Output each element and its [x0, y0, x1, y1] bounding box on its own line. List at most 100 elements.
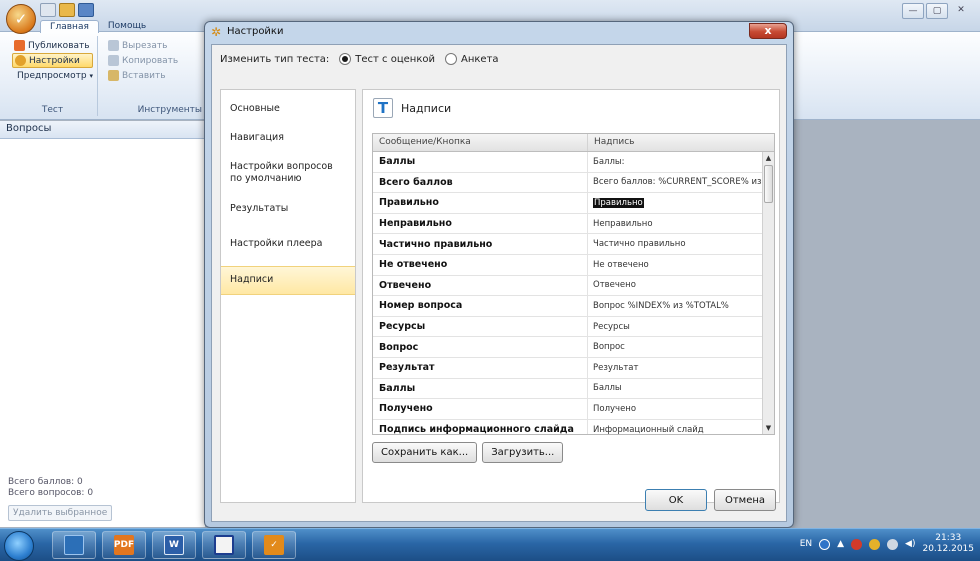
publish-button[interactable]: Публиковать	[12, 38, 93, 53]
message-cell: Баллы	[373, 152, 588, 172]
message-cell: Вопрос	[373, 337, 588, 357]
caption-cell[interactable]: Частично правильно	[588, 234, 763, 254]
volume-icon[interactable]: ◀)	[905, 539, 915, 549]
table-row[interactable]: Ресурсы Ресурсы	[373, 316, 774, 338]
copy-button[interactable]: Копировать	[106, 53, 202, 68]
taskbar-word[interactable]: W	[152, 531, 196, 559]
table-row[interactable]: Баллы Баллы:	[373, 152, 774, 173]
delete-selected-button[interactable]: Удалить выбранное	[8, 505, 113, 521]
table-row[interactable]: Отвечено Отвечено	[373, 275, 774, 297]
caption-cell[interactable]: Ресурсы	[588, 317, 763, 337]
radio-graded-test[interactable]: Тест с оценкой	[339, 53, 435, 65]
ok-button[interactable]: OK	[645, 489, 707, 511]
maximize-button[interactable]: ▢	[926, 3, 948, 19]
taskbar-explorer[interactable]	[52, 531, 96, 559]
caption-cell[interactable]: Результат	[588, 358, 763, 378]
table-row[interactable]: Подпись информационного слайда Информацио…	[373, 419, 774, 434]
nav-item-captions[interactable]: Надписи	[221, 266, 355, 295]
nav-item-basic[interactable]: Основные	[221, 103, 355, 115]
gear-icon: ✲	[211, 25, 222, 39]
caption-cell[interactable]: Правильно	[588, 193, 763, 213]
save-disk-icon[interactable]	[78, 3, 94, 17]
help-icon[interactable]	[819, 538, 831, 550]
scroll-up-icon[interactable]: ▲	[763, 152, 774, 164]
test-type-row: Изменить тип теста: Тест с оценкой Анкет…	[220, 53, 499, 65]
nav-item-question-defaults[interactable]: Настройки вопросов по умолчанию	[221, 161, 355, 185]
start-button[interactable]	[4, 531, 34, 561]
new-file-icon[interactable]	[40, 3, 56, 17]
show-hidden-icons-icon[interactable]: ▲	[837, 539, 844, 549]
open-folder-icon[interactable]	[59, 3, 75, 17]
caption-cell[interactable]: Не отвечено	[588, 255, 763, 275]
dialog-body: Изменить тип теста: Тест с оценкой Анкет…	[211, 44, 787, 522]
save-as-button[interactable]: Сохранить как...	[372, 442, 478, 463]
ribbon-group-tools: Вырезать Копировать Вставить Инструменты	[102, 36, 206, 116]
load-button[interactable]: Загрузить...	[482, 442, 564, 463]
caption-cell[interactable]: Отвечено	[588, 276, 763, 296]
table-row[interactable]: Всего баллов Всего баллов: %CURRENT_SCORE…	[373, 172, 774, 194]
nav-item-results[interactable]: Результаты	[221, 203, 355, 215]
language-indicator[interactable]: EN	[800, 539, 812, 549]
table-row[interactable]: Получено Получено	[373, 399, 774, 420]
minimize-button[interactable]: —	[902, 3, 924, 19]
table-row[interactable]: Частично правильно Частично правильно	[373, 234, 774, 255]
caption-cell[interactable]: Получено	[588, 399, 763, 419]
caption-cell[interactable]: Информационный слайд	[588, 420, 763, 434]
caption-cell[interactable]: Баллы:	[588, 152, 763, 172]
table-row[interactable]: Правильно Правильно	[373, 193, 774, 214]
network-icon[interactable]	[887, 538, 899, 550]
tab-home[interactable]: Главная	[40, 20, 99, 33]
scroll-thumb[interactable]	[764, 165, 773, 203]
test-type-label: Изменить тип теста:	[220, 53, 330, 65]
scroll-down-icon[interactable]: ▼	[763, 422, 774, 434]
security-icon[interactable]	[851, 538, 863, 550]
table-row[interactable]: Результат Результат	[373, 357, 774, 379]
table-row[interactable]: Неправильно Неправильно	[373, 213, 774, 235]
message-cell: Неправильно	[373, 213, 588, 234]
radio-survey-label: Анкета	[461, 53, 499, 65]
caption-cell[interactable]: Неправильно	[588, 214, 763, 234]
caption-cell[interactable]: Вопрос %INDEX% из %TOTAL%	[588, 296, 763, 316]
message-cell: Правильно	[373, 193, 588, 213]
settings-button[interactable]: Настройки	[12, 53, 93, 68]
caption-cell[interactable]: Всего баллов: %CURRENT_SCORE% из	[588, 173, 763, 193]
message-cell: Всего баллов	[373, 172, 588, 193]
cut-button[interactable]: Вырезать	[106, 38, 202, 53]
table-row[interactable]: Баллы Баллы	[373, 378, 774, 400]
publish-icon	[14, 40, 25, 51]
cancel-button[interactable]: Отмена	[714, 489, 776, 511]
caption-cell[interactable]: Вопрос	[588, 337, 763, 357]
column-header-caption[interactable]: Надпись	[588, 134, 763, 151]
ribbon-group-tools-label: Инструменты	[137, 105, 202, 115]
table-row[interactable]: Не отвечено Не отвечено	[373, 254, 774, 276]
close-window-button[interactable]: ✕	[950, 3, 972, 19]
system-tray: EN ▲ ◀) 21:33 20.12.2015	[800, 533, 974, 555]
selected-caption-text[interactable]: Правильно	[593, 197, 644, 208]
taskbar-app[interactable]: ✓	[252, 531, 296, 559]
paste-button[interactable]: Вставить	[106, 68, 202, 83]
total-questions-text: Всего вопросов: 0	[8, 488, 94, 498]
dialog-close-button[interactable]: x	[749, 23, 787, 39]
nav-item-navigation[interactable]: Навигация	[221, 132, 355, 144]
grid-scrollbar[interactable]: ▲ ▼	[762, 152, 774, 434]
radio-selected-icon	[339, 53, 352, 65]
settings-label: Настройки	[29, 55, 80, 66]
window-controls: — ▢ ✕	[902, 3, 972, 19]
preview-button[interactable]: Предпросмотр ▾	[12, 68, 93, 83]
action-center-icon[interactable]	[869, 538, 881, 550]
table-row[interactable]: Вопрос Вопрос	[373, 337, 774, 358]
caption-cell[interactable]: Баллы	[588, 379, 763, 399]
column-header-message[interactable]: Сообщение/Кнопка	[373, 134, 588, 151]
dialog-titlebar[interactable]: ✲ Настройки x	[205, 22, 793, 44]
taskbar-pdf[interactable]: PDF	[102, 531, 146, 559]
captions-header: T Надписи	[373, 98, 451, 118]
tab-help[interactable]: Помощь	[99, 20, 155, 33]
app-menu-button[interactable]: ✓	[6, 4, 36, 34]
pdf-icon: PDF	[114, 535, 134, 555]
radio-survey[interactable]: Анкета	[445, 53, 499, 65]
nav-item-player-settings[interactable]: Настройки плеера	[221, 238, 355, 250]
table-row[interactable]: Номер вопроса Вопрос %INDEX% из %TOTAL%	[373, 296, 774, 317]
grid-rows: Баллы Баллы: Всего баллов Всего баллов: %CU…	[373, 152, 774, 434]
clock[interactable]: 21:33 20.12.2015	[922, 533, 974, 555]
taskbar-save[interactable]	[202, 531, 246, 559]
